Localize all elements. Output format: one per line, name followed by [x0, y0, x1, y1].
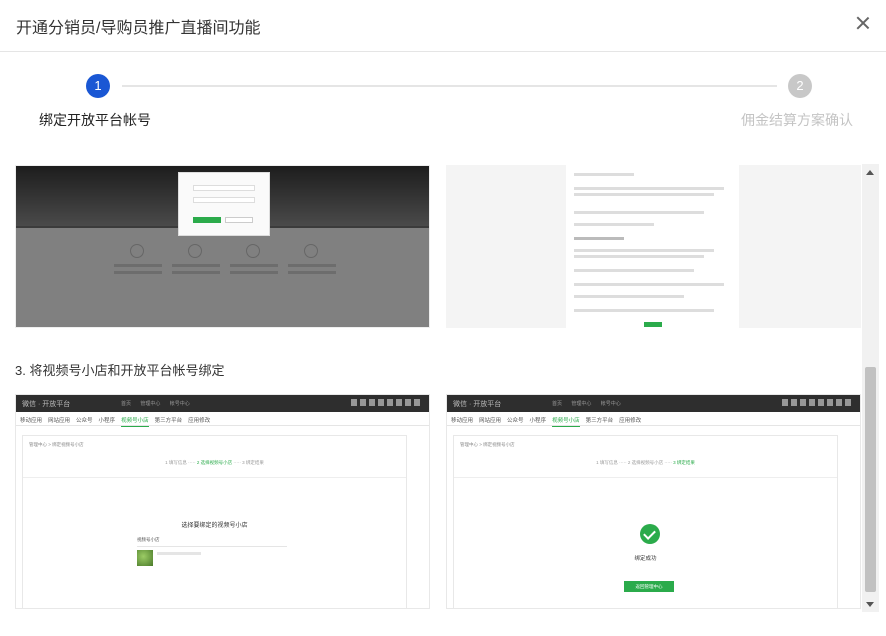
screenshot-pick-title: 选择要绑定的视频号小店 [181, 523, 248, 529]
form-screenshot [446, 165, 861, 328]
check-icon [640, 524, 660, 544]
screenshot-progress: 1 填写信息 ····· 2 选择视频号小店 ····· 3 绑定结果 [596, 460, 695, 465]
screenshot-breadcrumb: 管理中心 > 绑定视频号小店 [29, 442, 84, 447]
step-connector [122, 85, 777, 87]
screenshot-card [286, 244, 338, 292]
screenshot-pick-label: 视频号小店 [137, 537, 160, 542]
step-1-label: 绑定开放平台帐号 [39, 112, 151, 128]
step-indicator: 1 2 绑定开放平台帐号 佣金结算方案确认 [0, 52, 886, 152]
scroll-up-arrow-icon[interactable] [866, 170, 874, 175]
step-2-badge: 2 [788, 74, 812, 98]
login-screenshot [15, 165, 430, 328]
screenshot-form-page [566, 165, 739, 328]
screenshot-subnav: 移动应用 网站应用 公众号 小程序 视频号小店 第三方平台 应用修改 [447, 412, 860, 427]
screenshot-topbar: 微信 · 开放平台 首页 管理中心 帐号中心 [16, 395, 429, 412]
screenshot-subnav: 移动应用 网站应用 公众号 小程序 视频号小店 第三方平台 应用修改 [16, 412, 429, 427]
screenshot-login-modal [178, 172, 270, 236]
screenshot-topbar: 微信 · 开放平台 首页 管理中心 帐号中心 [447, 395, 860, 412]
screenshot-account-area [782, 399, 852, 406]
step3-caption: 3. 将视频号小店和开放平台帐号绑定 [15, 363, 225, 378]
screenshot-green-button [193, 217, 221, 223]
bind-success-screenshot: 微信 · 开放平台 首页 管理中心 帐号中心 移动应用 网站应用 公众号 小程序 视频号… [446, 394, 861, 609]
screenshot-platform-logo: 微信 · 开放平台 [453, 401, 502, 408]
screenshot-menu: 首页 管理中心 帐号中心 [121, 401, 190, 407]
screenshot-submit-button [644, 322, 662, 327]
screenshot-card [112, 244, 164, 292]
screenshot-input [193, 197, 255, 203]
screenshot-panel: 管理中心 > 绑定视频号小店 1 填写信息 ····· 2 选择视频号小店 ··… [22, 435, 407, 608]
screenshot-dim-area [16, 228, 429, 327]
screenshot-platform-logo: 微信 · 开放平台 [22, 401, 71, 408]
dialog-header: 开通分销员/导购员推广直播间功能 [0, 0, 886, 52]
select-shop-screenshot: 微信 · 开放平台 首页 管理中心 帐号中心 移动应用 网站应用 公众号 小程序 视频号… [15, 394, 430, 609]
screenshot-white-button [225, 217, 253, 223]
vertical-scrollbar[interactable] [862, 164, 879, 612]
screenshot-account-area [351, 399, 421, 406]
screenshot-input [193, 185, 255, 191]
screenshot-progress: 1 填写信息 ····· 2 选择视频号小店 ····· 3 绑定结果 [165, 460, 264, 465]
screenshot-breadcrumb: 管理中心 > 绑定视频号小店 [460, 442, 515, 447]
screenshot-shop-thumbnail [137, 550, 153, 566]
scroll-thumb[interactable] [865, 367, 876, 592]
screenshot-card [170, 244, 222, 292]
screenshot-success-text: 绑定成功 [634, 556, 657, 562]
step-2-label: 佣金结算方案确认 [741, 112, 853, 128]
step-1-badge: 1 [86, 74, 110, 98]
close-icon[interactable] [854, 14, 872, 32]
screenshot-panel: 管理中心 > 绑定视频号小店 1 填写信息 ····· 2 选择视频号小店 ··… [453, 435, 838, 608]
scroll-down-arrow-icon[interactable] [866, 602, 874, 607]
screenshot-card [228, 244, 280, 292]
instructions-content[interactable]: 3. 将视频号小店和开放平台帐号绑定 微信 · 开放平台 首页 管理中心 帐号中… [0, 152, 862, 636]
screenshot-return-button: 返回管理中心 [624, 581, 674, 592]
dialog-title: 开通分销员/导购员推广直播间功能 [16, 20, 261, 37]
screenshot-menu: 首页 管理中心 帐号中心 [552, 401, 621, 407]
